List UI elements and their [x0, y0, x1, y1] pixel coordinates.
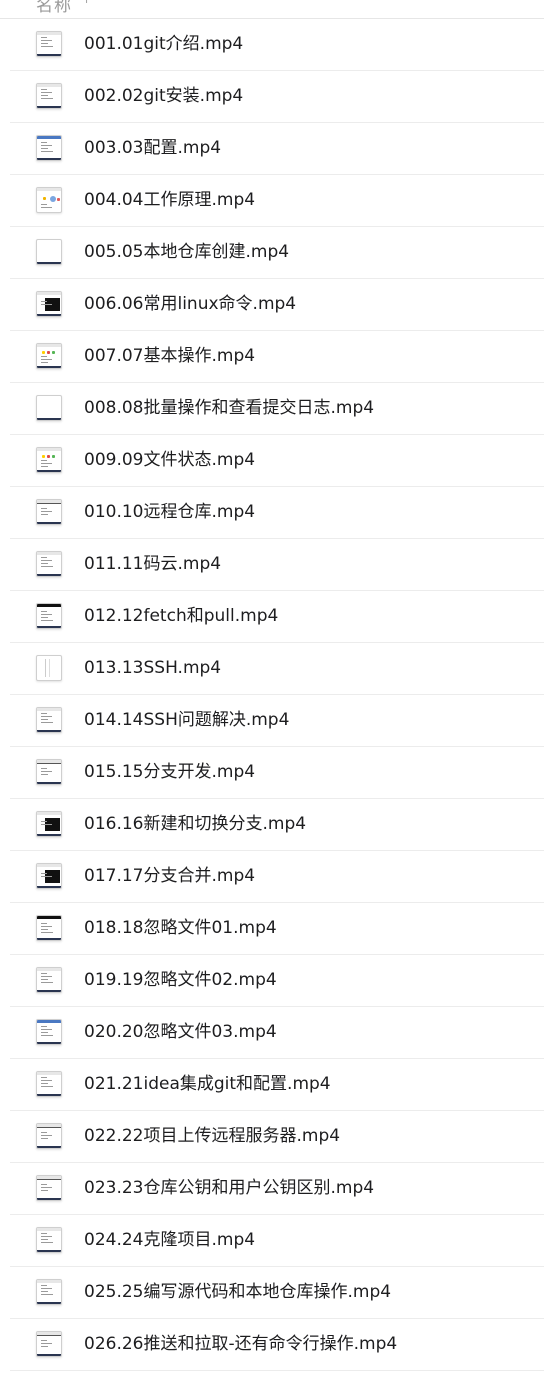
video-thumbnail-icon[interactable]: [36, 1071, 62, 1097]
video-thumbnail-icon[interactable]: [36, 1019, 62, 1045]
file-name[interactable]: 020.20忽略文件03.mp4: [84, 1020, 277, 1044]
file-name[interactable]: 026.26推送和拉取-还有命令行操作.mp4: [84, 1332, 397, 1356]
video-thumbnail-icon[interactable]: [36, 603, 62, 629]
sort-ascending-icon[interactable]: ↑: [82, 0, 92, 7]
video-thumbnail-icon[interactable]: [36, 31, 62, 57]
file-row[interactable]: 017.17分支合并.mp4: [10, 851, 544, 903]
video-thumbnail-icon[interactable]: [36, 863, 62, 889]
name-column-label[interactable]: 名称: [36, 0, 72, 16]
file-row[interactable]: 009.09文件状态.mp4: [10, 435, 544, 487]
video-thumbnail-icon[interactable]: [36, 759, 62, 785]
file-name[interactable]: 005.05本地仓库创建.mp4: [84, 240, 289, 264]
file-row[interactable]: 025.25编写源代码和本地仓库操作.mp4: [10, 1267, 544, 1319]
file-row[interactable]: 006.06常用linux命令.mp4: [10, 279, 544, 331]
file-row[interactable]: 014.14SSH问题解决.mp4: [10, 695, 544, 747]
video-thumbnail-icon[interactable]: [36, 1175, 62, 1201]
video-thumbnail-icon[interactable]: [36, 291, 62, 317]
file-name[interactable]: 006.06常用linux命令.mp4: [84, 292, 296, 316]
video-thumbnail-icon[interactable]: [36, 83, 62, 109]
file-name[interactable]: 024.24克隆项目.mp4: [84, 1228, 255, 1252]
column-header[interactable]: 名称 ↑: [0, 0, 544, 19]
video-thumbnail-icon[interactable]: [36, 499, 62, 525]
file-row[interactable]: 023.23仓库公钥和用户公钥区别.mp4: [10, 1163, 544, 1215]
file-row[interactable]: 011.11码云.mp4: [10, 539, 544, 591]
file-name[interactable]: 018.18忽略文件01.mp4: [84, 916, 277, 940]
file-row[interactable]: 015.15分支开发.mp4: [10, 747, 544, 799]
file-name[interactable]: 007.07基本操作.mp4: [84, 344, 255, 368]
file-row[interactable]: 005.05本地仓库创建.mp4: [10, 227, 544, 279]
file-name[interactable]: 012.12fetch和pull.mp4: [84, 604, 278, 628]
file-name[interactable]: 014.14SSH问题解决.mp4: [84, 708, 289, 732]
file-row[interactable]: 022.22项目上传远程服务器.mp4: [10, 1111, 544, 1163]
file-row[interactable]: 026.26推送和拉取-还有命令行操作.mp4: [10, 1319, 544, 1371]
file-row[interactable]: 024.24克隆项目.mp4: [10, 1215, 544, 1267]
file-name[interactable]: 023.23仓库公钥和用户公钥区别.mp4: [84, 1176, 374, 1200]
file-row[interactable]: 010.10远程仓库.mp4: [10, 487, 544, 539]
video-thumbnail-icon[interactable]: [36, 707, 62, 733]
file-list: 001.01git介绍.mp4 002.02git安装.mp4 003.03配置.m…: [0, 19, 544, 1371]
file-name[interactable]: 001.01git介绍.mp4: [84, 32, 243, 56]
file-name[interactable]: 025.25编写源代码和本地仓库操作.mp4: [84, 1280, 391, 1304]
file-row[interactable]: 012.12fetch和pull.mp4: [10, 591, 544, 643]
file-row[interactable]: 004.04工作原理.mp4: [10, 175, 544, 227]
video-thumbnail-icon[interactable]: [36, 551, 62, 577]
video-thumbnail-icon[interactable]: [36, 343, 62, 369]
file-row[interactable]: 013.13SSH.mp4: [10, 643, 544, 695]
video-thumbnail-icon[interactable]: [36, 1123, 62, 1149]
file-name[interactable]: 019.19忽略文件02.mp4: [84, 968, 277, 992]
file-row[interactable]: 019.19忽略文件02.mp4: [10, 955, 544, 1007]
video-thumbnail-icon[interactable]: [36, 967, 62, 993]
file-row[interactable]: 007.07基本操作.mp4: [10, 331, 544, 383]
file-row[interactable]: 001.01git介绍.mp4: [10, 19, 544, 71]
file-name[interactable]: 002.02git安装.mp4: [84, 84, 243, 108]
video-thumbnail-icon[interactable]: [36, 915, 62, 941]
file-name[interactable]: 010.10远程仓库.mp4: [84, 500, 255, 524]
file-name[interactable]: 003.03配置.mp4: [84, 136, 221, 160]
video-thumbnail-icon[interactable]: [36, 187, 62, 213]
file-name[interactable]: 004.04工作原理.mp4: [84, 188, 255, 212]
video-thumbnail-icon[interactable]: [36, 239, 62, 265]
video-thumbnail-icon[interactable]: [36, 135, 62, 161]
file-row[interactable]: 020.20忽略文件03.mp4: [10, 1007, 544, 1059]
video-thumbnail-icon[interactable]: [36, 1279, 62, 1305]
file-row[interactable]: 016.16新建和切换分支.mp4: [10, 799, 544, 851]
video-thumbnail-icon[interactable]: [36, 811, 62, 837]
file-name[interactable]: 008.08批量操作和查看提交日志.mp4: [84, 396, 374, 420]
file-name[interactable]: 022.22项目上传远程服务器.mp4: [84, 1124, 340, 1148]
file-name[interactable]: 011.11码云.mp4: [84, 552, 221, 576]
video-thumbnail-icon[interactable]: [36, 395, 62, 421]
file-name[interactable]: 021.21idea集成git和配置.mp4: [84, 1072, 331, 1096]
video-thumbnail-icon[interactable]: [36, 447, 62, 473]
file-row[interactable]: 002.02git安装.mp4: [10, 71, 544, 123]
file-name[interactable]: 017.17分支合并.mp4: [84, 864, 255, 888]
file-name[interactable]: 015.15分支开发.mp4: [84, 760, 255, 784]
file-row[interactable]: 003.03配置.mp4: [10, 123, 544, 175]
video-thumbnail-icon[interactable]: [36, 1331, 62, 1357]
file-row[interactable]: 008.08批量操作和查看提交日志.mp4: [10, 383, 544, 435]
file-row[interactable]: 018.18忽略文件01.mp4: [10, 903, 544, 955]
file-name[interactable]: 013.13SSH.mp4: [84, 656, 221, 680]
file-name[interactable]: 016.16新建和切换分支.mp4: [84, 812, 306, 836]
video-thumbnail-icon[interactable]: [36, 655, 62, 681]
video-thumbnail-icon[interactable]: [36, 1227, 62, 1253]
file-name[interactable]: 009.09文件状态.mp4: [84, 448, 255, 472]
file-row[interactable]: 021.21idea集成git和配置.mp4: [10, 1059, 544, 1111]
